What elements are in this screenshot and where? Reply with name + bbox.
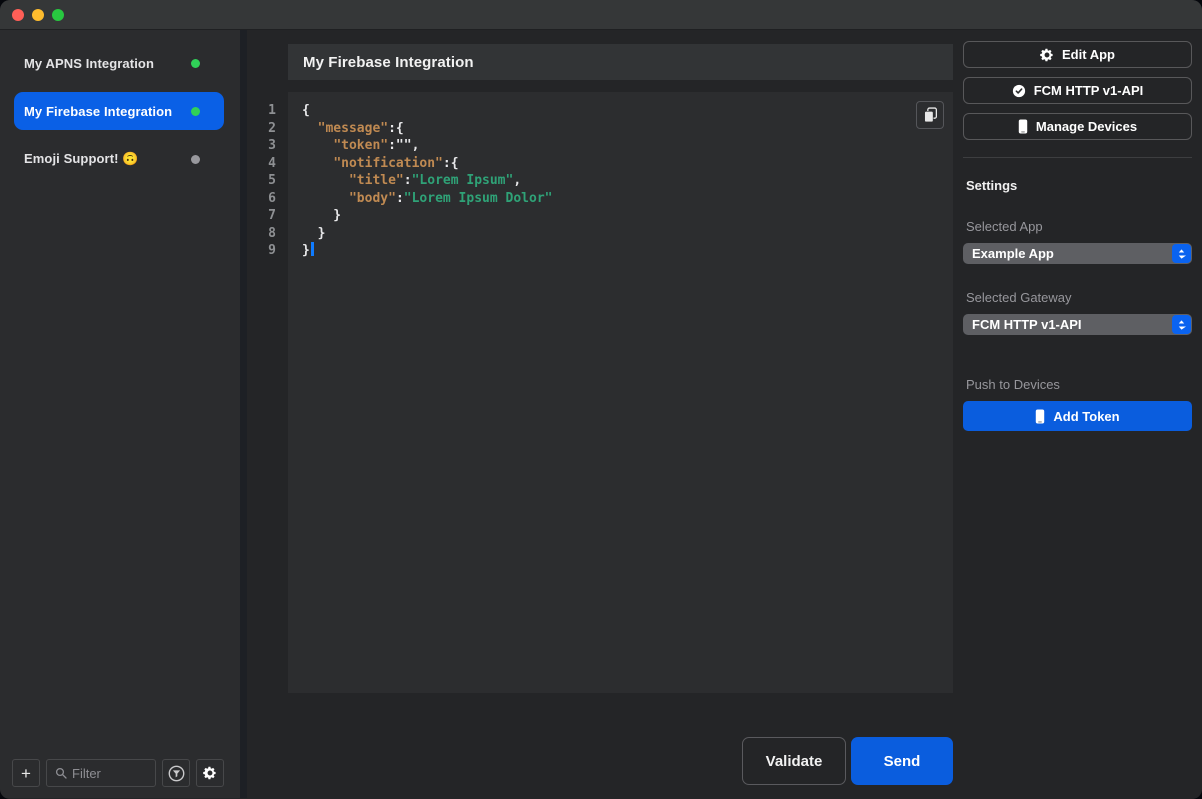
filter-box	[46, 759, 156, 787]
integration-label: Emoji Support! 🙃	[24, 151, 191, 167]
code-line: }	[302, 242, 939, 260]
filter-circle-icon	[168, 765, 185, 782]
window-content: My APNS Integration My Firebase Integrati…	[0, 30, 1202, 798]
minimize-button[interactable]	[32, 9, 44, 21]
integration-list: My APNS Integration My Firebase Integrati…	[0, 30, 240, 178]
editor-wrap: 123456789 { "message":{ "token":"", "not…	[247, 92, 953, 693]
phone-icon	[1018, 119, 1028, 134]
button-label: Manage Devices	[1036, 119, 1137, 134]
code-line: }	[302, 225, 939, 243]
code-line: "token":"",	[302, 137, 939, 155]
fcm-http-v1-api-button[interactable]: FCM HTTP v1-API	[963, 77, 1192, 104]
selected-app-dropdown[interactable]: Example App	[963, 243, 1192, 264]
badge-check-icon	[1012, 84, 1026, 98]
app-window: My APNS Integration My Firebase Integrati…	[0, 0, 1202, 799]
dropdown-value: Example App	[972, 246, 1054, 261]
sidebar: My APNS Integration My Firebase Integrati…	[0, 30, 247, 798]
sidebar-item-emoji-support[interactable]: Emoji Support! 🙃	[14, 140, 224, 178]
send-button[interactable]: Send	[851, 737, 953, 785]
copy-button[interactable]	[916, 101, 944, 129]
settings-heading: Settings	[963, 178, 1192, 193]
integration-label: My Firebase Integration	[24, 104, 191, 119]
code-line: "title":"Lorem Ipsum",	[302, 172, 939, 190]
filter-toggle-button[interactable]	[162, 759, 190, 787]
code-line: "notification":{	[302, 155, 939, 173]
titlebar	[0, 0, 1202, 30]
json-editor[interactable]: { "message":{ "token":"", "notification"…	[288, 92, 953, 693]
text-cursor	[311, 242, 314, 256]
push-to-devices-label: Push to Devices	[963, 377, 1192, 392]
filter-input[interactable]	[72, 766, 147, 781]
integration-label: My APNS Integration	[24, 56, 191, 71]
add-integration-button[interactable]: +	[12, 759, 40, 787]
selected-app-label: Selected App	[963, 219, 1192, 234]
sidebar-item-my-firebase-integration[interactable]: My Firebase Integration	[14, 92, 224, 130]
search-icon	[55, 767, 67, 779]
chevron-up-down-icon	[1172, 315, 1191, 334]
dropdown-value: FCM HTTP v1-API	[972, 317, 1082, 332]
button-label: FCM HTTP v1-API	[1034, 83, 1144, 98]
right-panel: Edit App FCM HTTP v1-API Manage Devices Se…	[953, 30, 1202, 798]
editor-header: My Firebase Integration	[288, 44, 953, 80]
status-dot	[191, 155, 200, 164]
code-line: "message":{	[302, 120, 939, 138]
main-area: My Firebase Integration 123456789 { "mes…	[247, 30, 953, 798]
line-number: 2	[247, 120, 276, 138]
status-dot	[191, 59, 200, 68]
close-button[interactable]	[12, 9, 24, 21]
traffic-lights	[12, 9, 64, 21]
chevron-up-down-icon	[1172, 244, 1191, 263]
status-dot	[191, 107, 200, 116]
edit-app-button[interactable]: Edit App	[963, 41, 1192, 68]
settings-button[interactable]	[196, 759, 224, 787]
line-number: 7	[247, 207, 276, 225]
line-number: 3	[247, 137, 276, 155]
sidebar-item-my-apns-integration[interactable]: My APNS Integration	[14, 44, 224, 82]
code-line: "body":"Lorem Ipsum Dolor"	[302, 190, 939, 208]
page-title: My Firebase Integration	[303, 54, 474, 71]
selected-gateway-label: Selected Gateway	[963, 290, 1192, 305]
action-row: Validate Send	[247, 737, 953, 785]
button-label: Edit App	[1062, 47, 1115, 62]
zoom-button[interactable]	[52, 9, 64, 21]
gear-icon	[1040, 48, 1054, 62]
line-number: 5	[247, 172, 276, 190]
add-token-button[interactable]: Add Token	[963, 401, 1192, 431]
line-number: 1	[247, 102, 276, 120]
selected-gateway-dropdown[interactable]: FCM HTTP v1-API	[963, 314, 1192, 335]
button-label: Add Token	[1053, 409, 1119, 424]
line-number: 4	[247, 155, 276, 173]
validate-button[interactable]: Validate	[742, 737, 846, 785]
line-number: 9	[247, 242, 276, 260]
sidebar-toolbar: +	[12, 759, 224, 787]
code-line: }	[302, 207, 939, 225]
phone-icon	[1035, 409, 1045, 424]
line-number: 8	[247, 225, 276, 243]
plus-icon: +	[21, 765, 31, 782]
editor-gutter: 123456789	[247, 92, 288, 693]
gear-icon	[203, 766, 217, 780]
panel-divider	[963, 157, 1192, 158]
line-number: 6	[247, 190, 276, 208]
manage-devices-button[interactable]: Manage Devices	[963, 113, 1192, 140]
copy-icon	[923, 107, 938, 123]
code-line: {	[302, 102, 939, 120]
code-lines: { "message":{ "token":"", "notification"…	[302, 102, 939, 260]
app-actions: Edit App FCM HTTP v1-API Manage Devices	[963, 41, 1192, 140]
